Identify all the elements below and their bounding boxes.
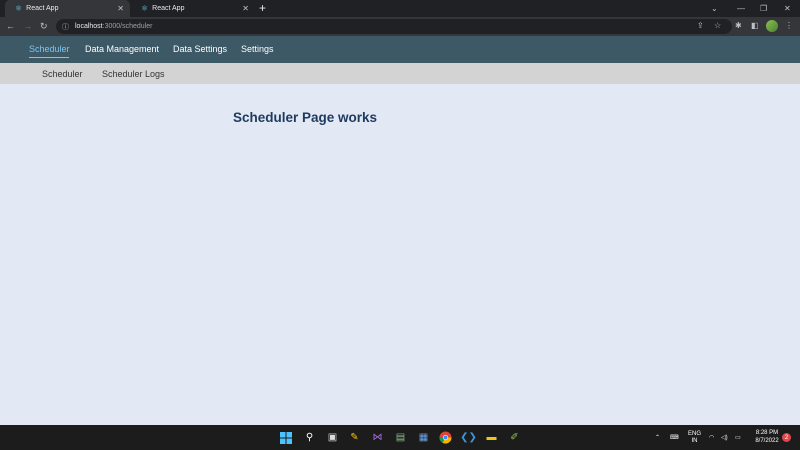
- search-icon[interactable]: ⚲: [302, 430, 317, 445]
- editor-app-icon[interactable]: ✐: [507, 430, 522, 445]
- close-icon[interactable]: ✕: [117, 4, 124, 13]
- restore-icon[interactable]: ❐: [760, 0, 767, 17]
- windows-start-icon[interactable]: [278, 430, 293, 445]
- wifi-icon[interactable]: ◠: [709, 425, 714, 450]
- minimize-icon[interactable]: —: [737, 0, 745, 17]
- task-view-icon[interactable]: ▣: [325, 430, 340, 445]
- chevron-up-icon[interactable]: ⌃: [655, 425, 660, 450]
- page-title: Scheduler Page works: [233, 110, 378, 125]
- forward-arrow-icon[interactable]: →: [23, 20, 32, 32]
- db-tool-icon[interactable]: ▤: [393, 430, 408, 445]
- tab-title: React App: [152, 5, 185, 12]
- react-favicon-icon: ⚛: [141, 4, 149, 13]
- battery-icon[interactable]: ▭: [735, 425, 741, 450]
- language-indicator[interactable]: ENG IN: [688, 425, 701, 450]
- vscode-icon[interactable]: ❮❯: [460, 430, 477, 445]
- remote-app-icon[interactable]: ▦: [416, 430, 431, 445]
- visual-studio-icon[interactable]: ⋈: [370, 430, 385, 445]
- new-tab-button[interactable]: +: [259, 1, 266, 15]
- url-host: localhost: [75, 23, 103, 30]
- tab-title: React App: [26, 5, 59, 12]
- subnav-item-scheduler-logs[interactable]: Scheduler Logs: [102, 68, 165, 80]
- chevron-down-icon[interactable]: ⌄: [711, 0, 718, 17]
- language-code: ENG: [688, 430, 702, 437]
- share-icon[interactable]: ⇪: [697, 20, 704, 32]
- nav-item-data-management[interactable]: Data Management: [85, 43, 159, 55]
- windows-taskbar: ⚲ ▣ ✎ ⋈ ▤ ▦ ❮❯ ▬ ✐ ⌃ ⌨ ENG IN ◠ ◁) ▭ 8:2…: [0, 425, 800, 450]
- browser-tab-strip: ⚛ React App ✕ ⚛ React App ✕ + ⌄ — ❐ ✕: [0, 0, 800, 17]
- star-icon[interactable]: ☆: [714, 20, 721, 32]
- nav-item-scheduler[interactable]: Scheduler: [29, 43, 70, 55]
- extensions-icon[interactable]: ✱: [735, 20, 742, 32]
- subnav-item-scheduler[interactable]: Scheduler: [42, 68, 83, 80]
- browser-toolbar: ← → ↻ ⓘ localhost :3000/scheduler ⇪ ☆ ✱ …: [0, 17, 800, 36]
- system-clock[interactable]: 8:28 PM 8/7/2022: [752, 429, 782, 445]
- more-menu-icon[interactable]: ⋮: [785, 20, 793, 32]
- chrome-icon[interactable]: [438, 430, 453, 445]
- sub-nav: Scheduler Scheduler Logs: [0, 63, 800, 84]
- active-nav-indicator: [29, 57, 69, 58]
- notes-app-icon[interactable]: ✎: [347, 430, 362, 445]
- volume-icon[interactable]: ◁): [721, 425, 728, 450]
- browser-tab-1[interactable]: ⚛ React App ✕: [5, 0, 130, 17]
- notification-badge[interactable]: 2: [782, 433, 791, 442]
- browser-tab-2[interactable]: ⚛ React App ✕: [131, 0, 255, 17]
- address-bar[interactable]: ⓘ localhost :3000/scheduler: [56, 19, 732, 34]
- clock-time: 8:28 PM: [755, 430, 779, 436]
- nav-item-settings[interactable]: Settings: [241, 43, 274, 55]
- info-icon[interactable]: ⓘ: [62, 22, 69, 32]
- app-main-nav: Scheduler Data Management Data Settings …: [0, 36, 800, 63]
- close-icon[interactable]: ✕: [242, 4, 249, 13]
- sidepanel-icon[interactable]: ◧: [751, 20, 759, 32]
- url-path: :3000/scheduler: [102, 23, 153, 30]
- window-close-icon[interactable]: ✕: [784, 0, 791, 17]
- avatar[interactable]: [766, 20, 778, 32]
- nav-item-data-settings[interactable]: Data Settings: [173, 43, 227, 55]
- page-content: Scheduler Page works: [0, 84, 800, 425]
- region-code: IN: [691, 437, 698, 444]
- back-arrow-icon[interactable]: ←: [6, 20, 15, 32]
- reload-icon[interactable]: ↻: [40, 20, 48, 32]
- react-favicon-icon: ⚛: [15, 4, 23, 13]
- file-explorer-icon[interactable]: ▬: [484, 430, 499, 445]
- clock-date: 8/7/2022: [755, 438, 779, 444]
- keyboard-icon[interactable]: ⌨: [670, 425, 679, 450]
